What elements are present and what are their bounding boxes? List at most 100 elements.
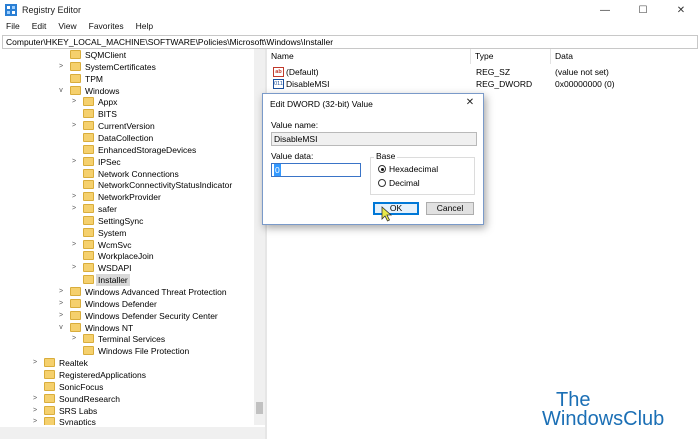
collapsed-chevron-icon[interactable]: [70, 215, 78, 227]
collapsed-chevron-icon[interactable]: >: [57, 61, 65, 73]
tree-node[interactable]: SonicFocus: [0, 381, 254, 393]
tree-node[interactable]: SettingSync: [0, 215, 254, 227]
collapsed-chevron-icon[interactable]: [57, 73, 65, 85]
collapsed-chevron-icon[interactable]: >: [70, 333, 78, 345]
folder-icon: [70, 322, 81, 332]
close-button[interactable]: ✕: [662, 0, 700, 20]
folder-icon: [70, 298, 81, 308]
tree-node[interactable]: > Realtek: [0, 357, 254, 369]
menu-help[interactable]: Help: [130, 20, 159, 34]
column-type[interactable]: Type: [471, 49, 551, 64]
tree-node[interactable]: > IPSec: [0, 156, 254, 168]
ok-button[interactable]: OK: [373, 202, 419, 215]
collapsed-chevron-icon[interactable]: [57, 49, 65, 61]
value-name-text: DisableMSI: [274, 134, 318, 144]
collapsed-chevron-icon[interactable]: >: [70, 191, 78, 203]
tree-node[interactable]: BITS: [0, 108, 254, 120]
decimal-label[interactable]: Decimal: [389, 178, 420, 188]
tree-node[interactable]: > SRS Labs: [0, 405, 254, 417]
address-path: Computer\HKEY_LOCAL_MACHINE\SOFTWARE\Pol…: [6, 37, 334, 47]
tree-node[interactable]: WorkplaceJoin: [0, 250, 254, 262]
tree-node[interactable]: > NetworkProvider: [0, 191, 254, 203]
tree-horizontal-scrollbar[interactable]: [0, 427, 265, 439]
tree-node[interactable]: > CurrentVersion: [0, 120, 254, 132]
tree-node[interactable]: Installer: [0, 274, 254, 287]
collapsed-chevron-icon[interactable]: >: [31, 416, 39, 425]
dialog-close-button[interactable]: ✕: [463, 96, 477, 110]
value-row-disablemsi[interactable]: 011 DisableMSI REG_DWORD 0x00000000 (0): [267, 78, 700, 90]
folder-icon: [70, 85, 81, 95]
collapsed-chevron-icon[interactable]: [70, 132, 78, 144]
tree-node[interactable]: Windows File Protection: [0, 345, 254, 357]
menu-edit[interactable]: Edit: [26, 20, 53, 34]
tree-node[interactable]: EnhancedStorageDevices: [0, 144, 254, 156]
tree-node[interactable]: NetworkConnectivityStatusIndicator: [0, 179, 254, 191]
collapsed-chevron-icon[interactable]: [70, 274, 78, 286]
tree-node[interactable]: > Appx: [0, 96, 254, 108]
tree-node-label: WSDAPI: [98, 263, 132, 274]
menu-view[interactable]: View: [52, 20, 82, 34]
menu-favorites[interactable]: Favorites: [83, 20, 130, 34]
tree-node[interactable]: > Terminal Services: [0, 333, 254, 345]
expanded-chevron-icon[interactable]: v: [57, 85, 65, 97]
collapsed-chevron-icon[interactable]: [70, 168, 78, 180]
collapsed-chevron-icon[interactable]: >: [70, 262, 78, 274]
tree-node-label: WorkplaceJoin: [98, 251, 154, 262]
collapsed-chevron-icon[interactable]: [70, 345, 78, 357]
tree-node[interactable]: > Synaptics: [0, 416, 254, 425]
collapsed-chevron-icon[interactable]: >: [57, 286, 65, 298]
collapsed-chevron-icon[interactable]: [70, 179, 78, 191]
column-name[interactable]: Name: [267, 49, 471, 64]
tree-node[interactable]: System: [0, 227, 254, 239]
collapsed-chevron-icon[interactable]: >: [70, 203, 78, 215]
collapsed-chevron-icon[interactable]: >: [70, 96, 78, 108]
collapsed-chevron-icon[interactable]: [70, 108, 78, 120]
folder-icon: [83, 97, 94, 107]
tree-node[interactable]: > WcmSvc: [0, 239, 254, 251]
tree-node[interactable]: v Windows: [0, 85, 254, 97]
tree-scroll-thumb[interactable]: [256, 402, 263, 414]
tree-node[interactable]: v Windows NT: [0, 322, 254, 334]
hexadecimal-label[interactable]: Hexadecimal: [389, 164, 438, 174]
folder-icon: [83, 132, 94, 142]
address-bar[interactable]: Computer\HKEY_LOCAL_MACHINE\SOFTWARE\Pol…: [2, 35, 698, 49]
tree-node[interactable]: SQMClient: [0, 49, 254, 61]
tree-node-label: Synaptics: [59, 417, 96, 425]
expanded-chevron-icon[interactable]: v: [57, 322, 65, 334]
tree-node[interactable]: > Windows Defender Security Center: [0, 310, 254, 322]
cancel-button[interactable]: Cancel: [426, 202, 474, 215]
minimize-button[interactable]: —: [586, 0, 624, 20]
tree-node[interactable]: TPM: [0, 73, 254, 85]
value-data-input[interactable]: 0: [271, 163, 361, 177]
tree-node[interactable]: RegisteredApplications: [0, 369, 254, 381]
tree-node[interactable]: > SoundResearch: [0, 393, 254, 405]
tree-node[interactable]: Network Connections: [0, 168, 254, 180]
collapsed-chevron-icon[interactable]: >: [57, 310, 65, 322]
collapsed-chevron-icon[interactable]: >: [57, 298, 65, 310]
tree-node[interactable]: > Windows Defender: [0, 298, 254, 310]
collapsed-chevron-icon[interactable]: >: [70, 156, 78, 168]
value-row-default[interactable]: ab (Default) REG_SZ (value not set): [267, 66, 700, 78]
collapsed-chevron-icon[interactable]: >: [70, 239, 78, 251]
collapsed-chevron-icon[interactable]: [31, 369, 39, 381]
maximize-button[interactable]: ☐: [624, 0, 662, 20]
tree-node-label: Windows Defender Security Center: [85, 310, 218, 321]
collapsed-chevron-icon[interactable]: >: [31, 357, 39, 369]
tree-node[interactable]: > safer: [0, 203, 254, 215]
tree-node[interactable]: > Windows Advanced Threat Protection: [0, 286, 254, 298]
collapsed-chevron-icon[interactable]: >: [31, 393, 39, 405]
collapsed-chevron-icon[interactable]: [70, 144, 78, 156]
collapsed-chevron-icon[interactable]: [31, 381, 39, 393]
tree-node[interactable]: DataCollection: [0, 132, 254, 144]
tree-node[interactable]: > WSDAPI: [0, 262, 254, 274]
folder-icon: [83, 215, 94, 225]
collapsed-chevron-icon[interactable]: [70, 227, 78, 239]
menu-file[interactable]: File: [0, 20, 26, 34]
tree-node[interactable]: > SystemCertificates: [0, 61, 254, 73]
decimal-radio[interactable]: [378, 179, 386, 187]
collapsed-chevron-icon[interactable]: >: [70, 120, 78, 132]
collapsed-chevron-icon[interactable]: >: [31, 405, 39, 417]
collapsed-chevron-icon[interactable]: [70, 250, 78, 262]
column-data[interactable]: Data: [551, 49, 700, 64]
hexadecimal-radio[interactable]: [378, 165, 386, 173]
